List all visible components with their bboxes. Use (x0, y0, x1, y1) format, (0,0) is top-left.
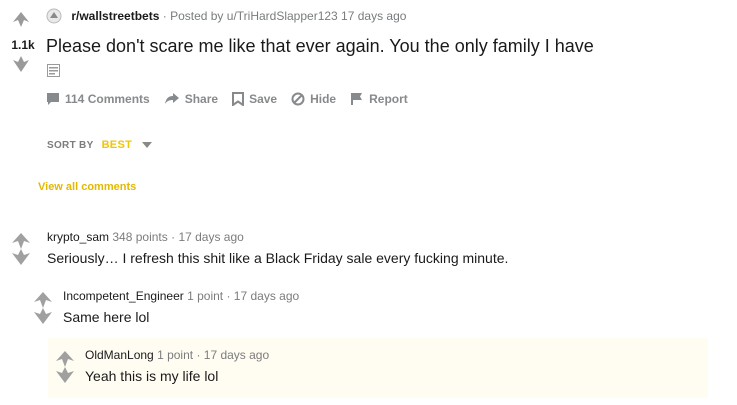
comment-points: 348 points (112, 230, 168, 244)
comment-body: Seriously… I refresh this shit like a Bl… (47, 250, 509, 266)
comment-author[interactable]: krypto_sam (47, 230, 109, 244)
comment-vote-icon[interactable] (52, 347, 78, 387)
comment-time: · 17 days ago (226, 289, 300, 303)
comment-author[interactable]: OldManLong (85, 348, 154, 362)
post-title[interactable]: Please don't scare me like that ever aga… (46, 36, 594, 57)
comments-button[interactable]: 114 Comments (46, 92, 150, 106)
post-score: 1.1k (11, 38, 35, 52)
upvote-icon[interactable] (10, 8, 32, 30)
report-label: Report (369, 92, 408, 106)
hide-button[interactable]: Hide (291, 92, 336, 106)
sort-label: SORT BY (47, 139, 94, 151)
post-meta: r/wallstreetbets · Posted by u/TriHardSl… (46, 8, 406, 24)
save-icon (232, 92, 245, 106)
subreddit-icon[interactable] (46, 8, 62, 24)
comment-icon (47, 93, 59, 105)
subreddit-link[interactable]: r/wallstreetbets (71, 9, 159, 23)
report-button[interactable]: Report (350, 92, 408, 106)
sort-value: BEST (101, 139, 133, 151)
comment-vote-icon[interactable] (30, 288, 56, 328)
caret-down-icon (142, 142, 153, 148)
downvote-icon[interactable] (10, 54, 32, 76)
post-actions: 114 Comments Share Save Hide Report (46, 92, 422, 106)
comment-body: Same here lol (63, 309, 150, 325)
comment-time: · 17 days ago (196, 348, 270, 362)
save-label: Save (249, 92, 278, 106)
comment-points: 1 point (157, 348, 194, 362)
save-button[interactable]: Save (232, 92, 277, 106)
posted-by: · Posted by u/TriHardSlapper123 17 days … (162, 9, 407, 23)
hide-label: Hide (310, 92, 337, 106)
comment-meta: Incompetent_Engineer 1 point · 17 days a… (63, 289, 299, 303)
hide-icon (291, 92, 305, 106)
comment-meta: krypto_sam 348 points · 17 days ago (47, 230, 244, 244)
text-post-icon (47, 64, 60, 77)
comment-meta: OldManLong 1 point · 17 days ago (85, 348, 269, 362)
share-icon (164, 93, 179, 104)
report-icon (351, 93, 363, 105)
comment-points: 1 point (187, 289, 224, 303)
share-button[interactable]: Share (164, 92, 218, 106)
sort-control[interactable]: SORT BY BEST (47, 139, 153, 151)
share-label: Share (184, 92, 219, 106)
comment-vote-icon[interactable] (8, 229, 34, 269)
comment-author[interactable]: Incompetent_Engineer (63, 289, 184, 303)
view-all-comments-link[interactable]: View all comments (38, 181, 136, 193)
comment-time: · 17 days ago (171, 230, 244, 244)
comment-body: Yeah this is my life lol (85, 368, 219, 384)
comments-label: 114 Comments (65, 92, 150, 106)
